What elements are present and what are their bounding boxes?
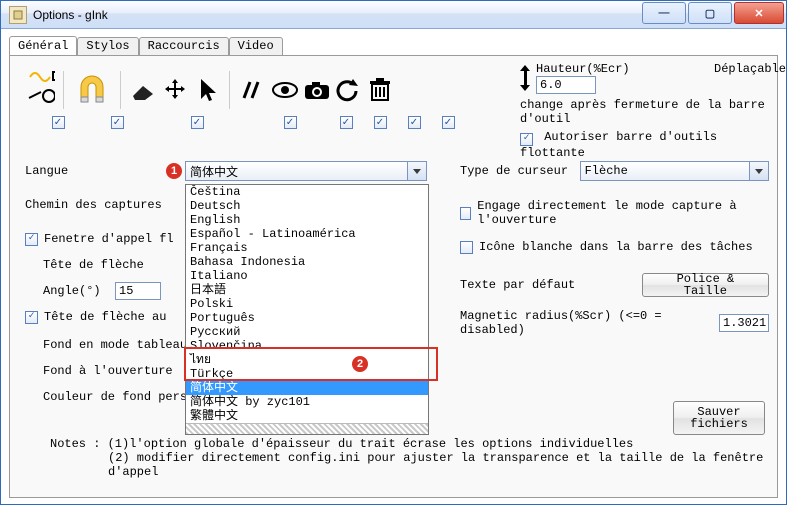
lang-option[interactable]: 简体中文 by zyc101: [186, 395, 428, 409]
langue-label: Langue: [25, 164, 185, 178]
deplacable-label: Déplaçable: [714, 62, 786, 76]
tab-bar: Général Stylos Raccourcis Video: [7, 35, 780, 55]
toolbar-check-5[interactable]: [340, 116, 353, 129]
angle-label: Angle(°): [43, 284, 115, 298]
magnet-icon[interactable]: [72, 70, 112, 110]
magnetic-radius-input[interactable]: 1.3021: [719, 314, 769, 332]
minimize-button[interactable]: —: [642, 2, 686, 24]
langue-combobox[interactable]: 简体中文: [185, 161, 427, 181]
notes-line-2: (2) modifier directement config.ini pour…: [108, 451, 777, 479]
tab-video[interactable]: Video: [229, 37, 283, 57]
langue-value: 简体中文: [190, 163, 238, 180]
eraser-icon[interactable]: [129, 70, 157, 110]
titlebar[interactable]: Options - gInk — ▢ ✕: [1, 1, 786, 29]
lang-option[interactable]: Deutsch: [186, 199, 428, 213]
lang-option[interactable]: English: [186, 213, 428, 227]
type-curseur-value: Flèche: [585, 164, 628, 178]
lang-option[interactable]: Čeština: [186, 185, 428, 199]
annotation-badge-2: 2: [352, 356, 368, 372]
lang-option[interactable]: Slovenčina: [186, 339, 428, 353]
type-curseur-label: Type de curseur: [460, 164, 580, 178]
chemin-captures-label: Chemin des captures: [25, 198, 185, 212]
chevron-down-icon[interactable]: [749, 162, 768, 180]
dropdown-resize-grip[interactable]: [186, 423, 428, 434]
annotation-badge-1: 1: [166, 163, 182, 179]
maximize-button[interactable]: ▢: [688, 2, 732, 24]
change-after-close-label: change après fermeture de la barre d'out…: [520, 98, 771, 126]
undo-icon[interactable]: [334, 70, 362, 110]
toolbar-checkbox-row: [25, 116, 465, 129]
lang-option[interactable]: 繁體中文: [186, 409, 428, 423]
settings-right-column: Type de curseur Flèche Engage directemen…: [460, 161, 769, 343]
app-icon: [9, 6, 27, 24]
toolbar-right-settings: Hauteur(%Ecr) Déplaçable 6.0 change aprè…: [520, 62, 771, 160]
lang-option[interactable]: Français: [186, 241, 428, 255]
tab-panel-general: ①: [9, 55, 778, 498]
options-window: Options - gInk — ▢ ✕ Général Stylos Racc…: [0, 0, 787, 505]
lang-option[interactable]: Español - Latinoamérica: [186, 227, 428, 241]
notes-section: Notes : (1)l'option globale d'épaisseur …: [50, 437, 777, 479]
shapes-tool-icon[interactable]: ①: [27, 70, 55, 110]
toolbar-check-4[interactable]: [284, 116, 297, 129]
tab-stylos[interactable]: Stylos: [77, 37, 138, 57]
save-files-button[interactable]: Sauver fichiers: [673, 401, 765, 435]
fenetre-appel-label: Fenetre d'appel fl: [44, 232, 174, 246]
white-icon-checkbox[interactable]: [460, 241, 473, 254]
tete-fleche-au-label: Tête de flèche au: [44, 310, 166, 324]
fenetre-appel-checkbox[interactable]: [25, 233, 38, 246]
texte-defaut-label: Texte par défaut: [460, 278, 642, 292]
lang-option[interactable]: Türkçe: [186, 367, 428, 381]
lang-option[interactable]: Português: [186, 311, 428, 325]
tete-fleche-label: Tête de flèche: [43, 258, 144, 272]
trash-icon[interactable]: [366, 70, 394, 110]
camera-icon[interactable]: [302, 70, 330, 110]
engage-capture-checkbox[interactable]: [460, 207, 471, 220]
strokes-icon[interactable]: [238, 70, 266, 110]
hauteur-input[interactable]: 6.0: [536, 76, 596, 94]
tab-raccourcis[interactable]: Raccourcis: [139, 37, 229, 57]
visibility-icon[interactable]: [270, 70, 298, 110]
toolbar-check-7[interactable]: [408, 116, 421, 129]
lang-option[interactable]: Bahasa Indonesia: [186, 255, 428, 269]
toolbar-check-8[interactable]: [442, 116, 455, 129]
toolbar-check-3[interactable]: [191, 116, 204, 129]
lang-option[interactable]: Русский: [186, 325, 428, 339]
type-curseur-combobox[interactable]: Flèche: [580, 161, 769, 181]
cursor-icon[interactable]: [193, 70, 221, 110]
angle-input[interactable]: 15: [115, 282, 161, 300]
allow-floating-label: Autoriser barre d'outils flottante: [520, 130, 717, 160]
chevron-down-icon[interactable]: [407, 162, 426, 180]
tab-general[interactable]: Général: [9, 36, 77, 56]
window-title: Options - gInk: [33, 8, 108, 22]
engage-capture-label: Engage directement le mode capture à l'o…: [477, 199, 769, 227]
hauteur-label: Hauteur(%Ecr): [536, 62, 636, 76]
drawing-toolbar: ①: [25, 68, 396, 112]
fond-tableau-label: Fond en mode tableau: [43, 338, 187, 352]
toolbar-check-6[interactable]: [374, 116, 387, 129]
langue-dropdown-list[interactable]: Čeština Deutsch English Español - Latino…: [185, 184, 429, 435]
lang-option[interactable]: ไทย: [186, 353, 428, 367]
close-button[interactable]: ✕: [734, 2, 784, 24]
police-taille-button[interactable]: Police & Taille: [642, 273, 769, 297]
height-drag-handle[interactable]: [520, 65, 530, 91]
lang-option[interactable]: 日本語: [186, 283, 428, 297]
couleur-fond-label: Couleur de fond pers: [43, 390, 187, 404]
toolbar-check-1[interactable]: [52, 116, 65, 129]
save-files-label: Sauver fichiers: [690, 406, 748, 430]
magnetic-radius-label: Magnetic radius(%Scr) (<=0 = disabled): [460, 309, 713, 337]
client-area: Général Stylos Raccourcis Video: [7, 35, 780, 498]
lang-option[interactable]: Polski: [186, 297, 428, 311]
white-icon-label: Icône blanche dans la barre des tâches: [479, 240, 753, 254]
tete-fleche-au-checkbox[interactable]: [25, 311, 38, 324]
lang-option-selected[interactable]: 简体中文: [186, 381, 428, 395]
fond-ouverture-label: Fond à l'ouverture: [43, 364, 173, 378]
lang-option[interactable]: Italiano: [186, 269, 428, 283]
move-icon[interactable]: [161, 70, 189, 110]
notes-line-1: Notes : (1)l'option globale d'épaisseur …: [50, 437, 777, 451]
allow-floating-checkbox[interactable]: [520, 133, 533, 146]
toolbar-check-2[interactable]: [111, 116, 124, 129]
